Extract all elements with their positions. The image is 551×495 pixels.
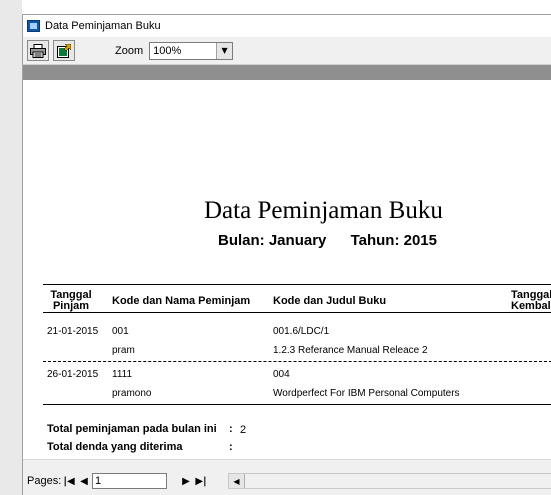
table-bottom-rule [43,404,551,405]
row-tanggal: 26-01-2015 [47,369,99,380]
tahun-value: 2015 [403,232,437,249]
first-page-icon[interactable]: |◀ [63,474,75,488]
chevron-down-icon[interactable]: ▼ [216,42,233,59]
row-kode-buku: 004 [273,369,290,380]
zoom-value: 100% [153,44,182,57]
report-page: Data Peminjaman Buku Bulan: January Tahu… [23,80,551,459]
viewer-top-band [23,65,551,80]
row-judul-buku: Wordperfect For IBM Personal Computers [273,388,460,399]
prev-page-icon[interactable]: ◀ [78,474,90,488]
horizontal-scrollbar[interactable]: ◀ [228,473,551,489]
app-icon [27,20,40,32]
desktop-background: Data Peminjaman Buku Zoom 100% ▼ Data Pe… [0,0,551,495]
row-kode-peminjam: 1111 [112,369,133,380]
total-peminjaman-label: Total peminjaman pada bulan ini [47,423,217,435]
title-bar: Data Peminjaman Buku [23,15,551,37]
col-tanggal-kembali-line2: Kembali [511,300,551,312]
zoom-label: Zoom [115,44,144,57]
window-title: Data Peminjaman Buku [45,20,161,32]
total-denda-sep: : [229,441,233,453]
scroll-left-arrow-icon[interactable]: ◀ [229,474,245,488]
report-subtitle: Bulan: January Tahun: 2015 [218,232,437,249]
next-page-icon[interactable]: ▶ [180,474,192,488]
print-button[interactable] [27,40,49,61]
header-top-rule [43,284,551,285]
total-peminjaman-value: 2 [240,424,247,436]
zoom-select[interactable]: 100% ▼ [149,41,234,60]
col-tanggal-pinjam-line2: Pinjam [52,300,90,312]
row-nama-peminjam: pram [112,345,135,356]
row-judul-buku: 1.2.3 Referance Manual Releace 2 [273,345,428,356]
row-kode-buku: 001.6/LDC/1 [273,326,330,337]
row-nama-peminjam: pramono [112,388,152,399]
col-buku: Kode dan Judul Buku [273,295,387,307]
total-peminjaman-sep: : [229,423,233,435]
bulan-value: January [268,232,327,249]
report-title: Data Peminjaman Buku [204,197,443,224]
left-border-strip [0,0,22,495]
tahun-label: Tahun: [350,232,400,249]
export-button[interactable] [53,40,75,61]
export-icon [57,43,71,58]
printer-icon [30,43,46,58]
row-tanggal: 21-01-2015 [47,326,99,337]
total-denda-label: Total denda yang diterima [47,441,183,453]
col-tanggal-kembali: Tanggal Kembali [511,290,551,312]
row-separator [43,361,551,362]
report-viewer-window: Data Peminjaman Buku Zoom 100% ▼ Data Pe… [22,14,551,495]
last-page-icon[interactable]: ▶| [195,474,207,488]
page-number-input[interactable]: 1 [92,473,167,489]
status-bar: Pages: |◀ ◀ 1 ▶ ▶| ◀ [23,459,551,495]
col-peminjam: Kode dan Nama Peminjam [112,295,251,307]
row-kode-peminjam: 001 [112,326,129,337]
col-tanggal-pinjam: Tanggal Pinjam [47,290,95,312]
header-bottom-rule [43,312,551,313]
toolbar: Zoom 100% ▼ [23,37,551,65]
pages-label: Pages: [27,475,62,487]
bulan-label: Bulan: [218,232,265,249]
